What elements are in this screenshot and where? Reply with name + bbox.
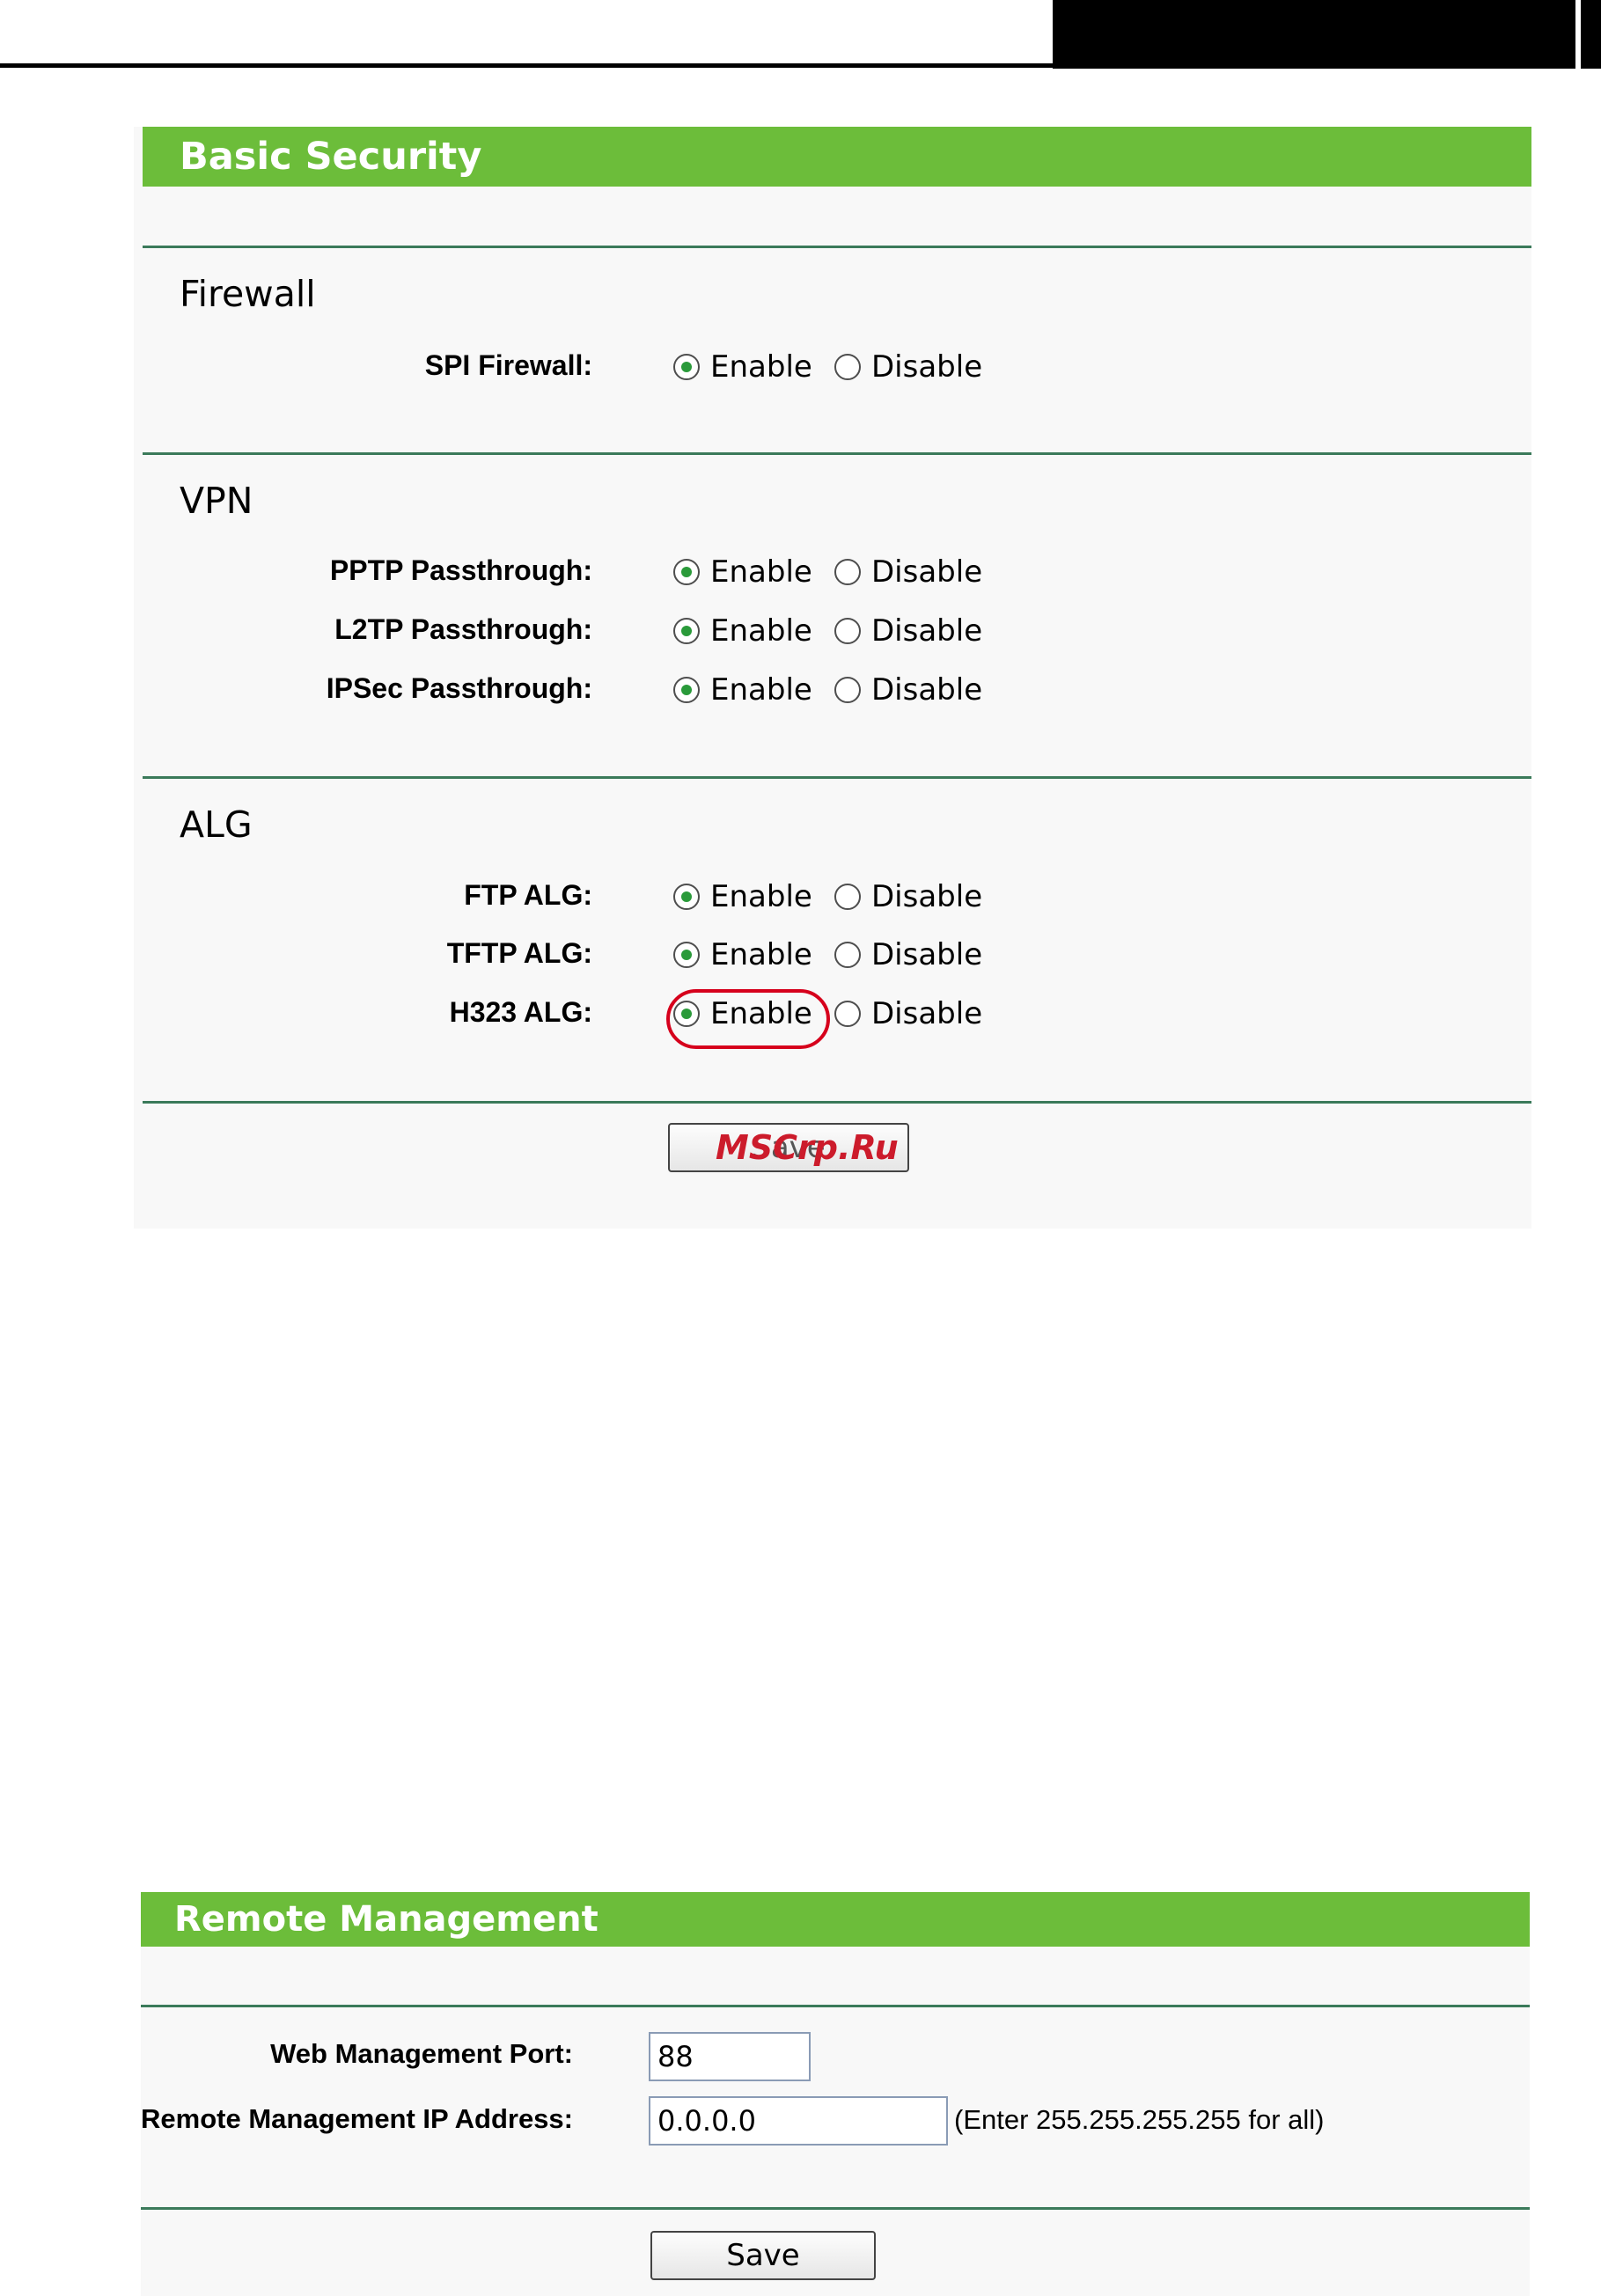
radio-selected-icon[interactable] <box>673 354 700 380</box>
remote-ip-hint: (Enter 255.255.255.255 for all) <box>954 2104 1325 2135</box>
remote-management-save-button[interactable]: Save <box>650 2231 876 2280</box>
remote-management-ip-input[interactable] <box>649 2096 948 2146</box>
web-management-port-input[interactable] <box>649 2032 811 2081</box>
remote-management-header: Remote Management <box>141 1892 1530 1947</box>
firewall-heading: Firewall <box>180 273 316 315</box>
page-header-corner <box>1581 0 1601 69</box>
separator <box>143 246 1531 248</box>
tftp-alg-label: TFTP ALG: <box>446 937 592 969</box>
enable-label: Enable <box>710 613 812 649</box>
separator <box>143 1101 1531 1104</box>
l2tp-enable[interactable]: Enable <box>673 613 812 649</box>
separator <box>141 2005 1530 2007</box>
ipsec-passthrough-label: IPSec Passthrough: <box>326 672 592 704</box>
separator <box>143 452 1531 455</box>
spi-firewall-label: SPI Firewall: <box>424 349 592 381</box>
page-header-rule <box>0 63 1056 68</box>
enable-label: Enable <box>710 996 812 1031</box>
web-management-port-label: Web Management Port: <box>270 2038 573 2069</box>
pptp-disable[interactable]: Disable <box>834 554 982 590</box>
radio-selected-icon[interactable] <box>673 1001 700 1027</box>
watermark: MSCrp.Ru <box>716 1128 899 1167</box>
radio-selected-icon[interactable] <box>673 677 700 703</box>
radio-unselected-icon[interactable] <box>834 942 861 968</box>
remote-management-title: Remote Management <box>174 1899 599 1940</box>
page-header-block <box>1053 0 1575 69</box>
disable-label: Disable <box>871 879 983 914</box>
basic-security-header: Basic Security <box>143 127 1531 187</box>
tftp-alg-disable[interactable]: Disable <box>834 937 982 972</box>
separator <box>143 776 1531 779</box>
h323-alg-enable[interactable]: Enable <box>673 996 812 1031</box>
radio-unselected-icon[interactable] <box>834 1001 861 1027</box>
remote-management-ip-label: Remote Management IP Address: <box>141 2103 573 2134</box>
ipsec-disable[interactable]: Disable <box>834 672 982 708</box>
radio-selected-icon[interactable] <box>673 942 700 968</box>
enable-label: Enable <box>710 879 812 914</box>
pptp-enable[interactable]: Enable <box>673 554 812 590</box>
disable-label: Disable <box>871 349 983 385</box>
enable-label: Enable <box>710 672 812 708</box>
l2tp-passthrough-label: L2TP Passthrough: <box>334 613 592 645</box>
enable-label: Enable <box>710 349 812 385</box>
disable-label: Disable <box>871 672 983 708</box>
l2tp-disable[interactable]: Disable <box>834 613 982 649</box>
radio-selected-icon[interactable] <box>673 884 700 910</box>
tftp-alg-enable[interactable]: Enable <box>673 937 812 972</box>
ipsec-enable[interactable]: Enable <box>673 672 812 708</box>
disable-label: Disable <box>871 613 983 649</box>
spi-firewall-disable[interactable]: Disable <box>834 349 982 385</box>
ftp-alg-label: FTP ALG: <box>464 879 592 911</box>
pptp-passthrough-label: PPTP Passthrough: <box>329 554 592 586</box>
radio-unselected-icon[interactable] <box>834 618 861 644</box>
h323-alg-label: H323 ALG: <box>449 996 592 1028</box>
basic-security-title: Basic Security <box>180 135 482 179</box>
radio-unselected-icon[interactable] <box>834 677 861 703</box>
disable-label: Disable <box>871 554 983 590</box>
disable-label: Disable <box>871 996 983 1031</box>
alg-heading: ALG <box>180 803 253 846</box>
radio-unselected-icon[interactable] <box>834 884 861 910</box>
ftp-alg-enable[interactable]: Enable <box>673 879 812 914</box>
disable-label: Disable <box>871 937 983 972</box>
radio-selected-icon[interactable] <box>673 559 700 585</box>
radio-unselected-icon[interactable] <box>834 559 861 585</box>
ftp-alg-disable[interactable]: Disable <box>834 879 982 914</box>
enable-label: Enable <box>710 937 812 972</box>
vpn-heading: VPN <box>180 480 253 522</box>
spi-firewall-enable[interactable]: Enable <box>673 349 812 385</box>
separator <box>141 2207 1530 2210</box>
radio-unselected-icon[interactable] <box>834 354 861 380</box>
radio-selected-icon[interactable] <box>673 618 700 644</box>
enable-label: Enable <box>710 554 812 590</box>
h323-alg-disable[interactable]: Disable <box>834 996 982 1031</box>
